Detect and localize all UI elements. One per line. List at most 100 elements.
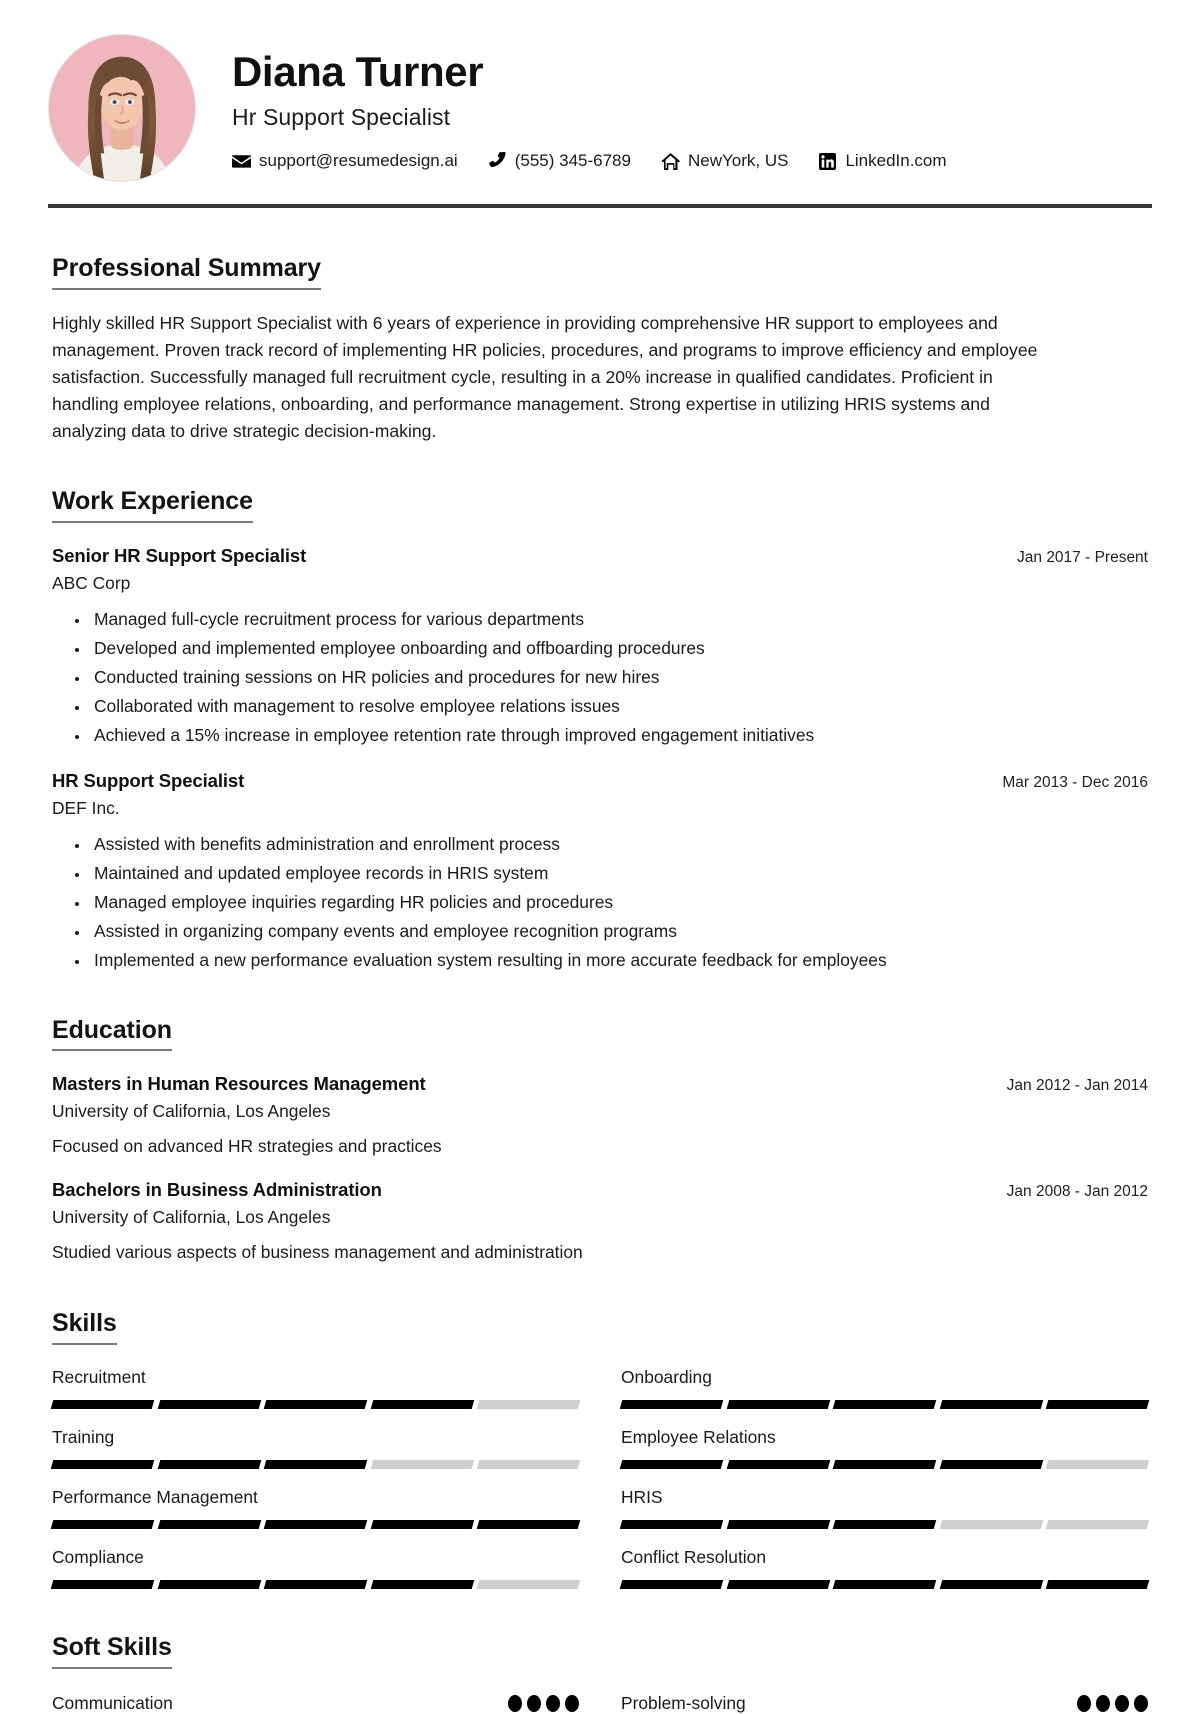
rating-dot <box>1115 1694 1129 1712</box>
skill-level-segment <box>726 1520 830 1529</box>
skill-level-segment <box>370 1520 474 1529</box>
section-heading-soft-skills: Soft Skills <box>52 1633 172 1669</box>
soft-skill-item: Problem-solving <box>621 1693 1148 1714</box>
skill-level-segment <box>832 1460 937 1469</box>
rating-dot <box>1077 1694 1091 1712</box>
skill-level-bar <box>50 1400 581 1409</box>
skill-level-segment <box>263 1400 368 1409</box>
work-bullet-item: Assisted with benefits administration an… <box>90 831 1148 857</box>
skill-label: Conflict Resolution <box>621 1547 766 1567</box>
skill-level-segment <box>726 1400 830 1409</box>
skill-level-bar <box>619 1580 1150 1589</box>
skill-level-segment <box>832 1580 937 1589</box>
soft-skill-label: Communication <box>52 1692 173 1713</box>
skill-level-segment <box>726 1580 830 1589</box>
job-role: Hr Support Specialist <box>232 104 451 131</box>
work-job-title: HR Support Specialist <box>52 770 245 792</box>
work-date-range: Mar 2013 - Dec 2016 <box>1002 774 1148 792</box>
skill-level-segment <box>50 1580 154 1589</box>
section-soft-skills: Soft Skills Communication Problem-solving <box>0 1633 1200 1714</box>
contact-email[interactable]: support@resumedesign.ai <box>232 151 458 171</box>
skill-label: Training <box>52 1427 115 1447</box>
contact-location[interactable]: NewYork, US <box>661 151 788 171</box>
skill-label: HRIS <box>621 1487 663 1507</box>
contact-phone-text: (555) 345-6789 <box>514 151 631 171</box>
skill-level-segment <box>477 1520 581 1529</box>
skill-level-bar <box>50 1580 581 1589</box>
resume-page: Diana Turner Hr Support Specialist suppo… <box>0 0 1200 1714</box>
contact-location-text: NewYork, US <box>687 151 789 171</box>
linkedin-icon <box>818 152 837 171</box>
soft-skill-grid: Communication Problem-solving <box>52 1693 1148 1714</box>
work-entry-header: Senior HR Support Specialist Jan 2017 - P… <box>52 545 1148 567</box>
skill-level-segment <box>939 1580 1043 1589</box>
rating-dot <box>1134 1694 1148 1712</box>
education-degree: Bachelors in Business Administration <box>52 1179 382 1201</box>
skill-level-bar <box>619 1400 1150 1409</box>
skill-level-segment <box>619 1460 723 1469</box>
education-entry-header: Masters in Human Resources Management Jan… <box>52 1073 1148 1095</box>
skill-level-segment <box>477 1400 581 1409</box>
skill-item: Compliance <box>50 1547 581 1589</box>
skill-level-bar <box>50 1520 581 1529</box>
resume-header: Diana Turner Hr Support Specialist suppo… <box>0 0 1200 182</box>
education-entry: Masters in Human Resources Management Jan… <box>52 1073 1148 1157</box>
skill-level-segment <box>477 1460 581 1469</box>
contact-linkedin[interactable]: LinkedIn.com <box>818 151 947 171</box>
section-work-experience: Work Experience Senior HR Support Specia… <box>0 487 1200 973</box>
envelope-icon <box>232 152 251 171</box>
header-divider <box>48 204 1152 208</box>
work-bullet-item: Conducted training sessions on HR polici… <box>90 664 1148 690</box>
contact-phone[interactable]: (555) 345-6789 <box>488 151 631 171</box>
skill-label: Employee Relations <box>621 1427 776 1447</box>
skill-level-segment <box>370 1460 474 1469</box>
work-entry-list: Senior HR Support Specialist Jan 2017 - P… <box>52 545 1148 974</box>
skill-level-segment <box>157 1460 261 1469</box>
header-text-block: Diana Turner Hr Support Specialist suppo… <box>232 45 1152 171</box>
skill-level-segment <box>619 1520 723 1529</box>
rating-dot <box>565 1694 579 1712</box>
rating-dot <box>527 1694 541 1712</box>
work-bullet-item: Developed and implemented employee onboa… <box>90 635 1148 661</box>
skill-level-bar <box>619 1520 1150 1529</box>
work-bullet-item: Collaborated with management to resolve … <box>90 693 1148 719</box>
work-bullet-item: Assisted in organizing company events an… <box>90 918 1148 944</box>
skill-level-segment <box>726 1460 830 1469</box>
section-heading-summary: Professional Summary <box>52 254 321 290</box>
skill-level-segment <box>939 1400 1043 1409</box>
education-note: Focused on advanced HR strategies and pr… <box>52 1136 442 1157</box>
skill-level-segment <box>1046 1520 1150 1529</box>
skill-level-segment <box>619 1400 723 1409</box>
skill-item: Employee Relations <box>619 1427 1150 1469</box>
section-heading-education: Education <box>52 1016 172 1052</box>
skill-label: Onboarding <box>621 1367 712 1387</box>
skill-level-segment <box>157 1400 261 1409</box>
section-professional-summary: Professional Summary Highly skilled HR S… <box>0 254 1200 445</box>
soft-skill-rating-dots <box>1077 1694 1148 1712</box>
education-date-range: Jan 2008 - Jan 2012 <box>1006 1183 1148 1201</box>
section-skills: Skills Recruitment Onboarding Training Empl… <box>0 1309 1200 1589</box>
work-entry: HR Support Specialist Mar 2013 - Dec 2016… <box>52 770 1148 973</box>
education-note: Studied various aspects of business mana… <box>52 1242 583 1263</box>
skill-level-segment <box>832 1400 937 1409</box>
soft-skill-rating-dots <box>508 1694 579 1712</box>
education-school: University of California, Los Angeles <box>52 1207 331 1228</box>
work-bullet-item: Managed employee inquiries regarding HR … <box>90 889 1148 915</box>
contact-email-text: support@resumedesign.ai <box>259 151 458 171</box>
skill-level-segment <box>370 1400 474 1409</box>
skill-level-segment <box>370 1580 474 1589</box>
education-entry: Bachelors in Business Administration Jan … <box>52 1179 1148 1263</box>
summary-text: Highly skilled HR Support Specialist wit… <box>52 312 1038 442</box>
page-title: Diana Turner <box>232 47 484 95</box>
skill-item: Onboarding <box>619 1367 1150 1409</box>
education-entry-list: Masters in Human Resources Management Jan… <box>52 1073 1148 1263</box>
profile-photo-icon <box>49 35 195 181</box>
work-entry: Senior HR Support Specialist Jan 2017 - P… <box>52 545 1148 748</box>
education-entry-header: Bachelors in Business Administration Jan … <box>52 1179 1148 1201</box>
section-heading-skills: Skills <box>52 1309 117 1345</box>
education-school: University of California, Los Angeles <box>52 1101 331 1122</box>
work-bullet-list: Assisted with benefits administration an… <box>52 831 1148 973</box>
rating-dot <box>508 1694 522 1712</box>
skill-item: Training <box>50 1427 581 1469</box>
skill-item: HRIS <box>619 1487 1150 1529</box>
